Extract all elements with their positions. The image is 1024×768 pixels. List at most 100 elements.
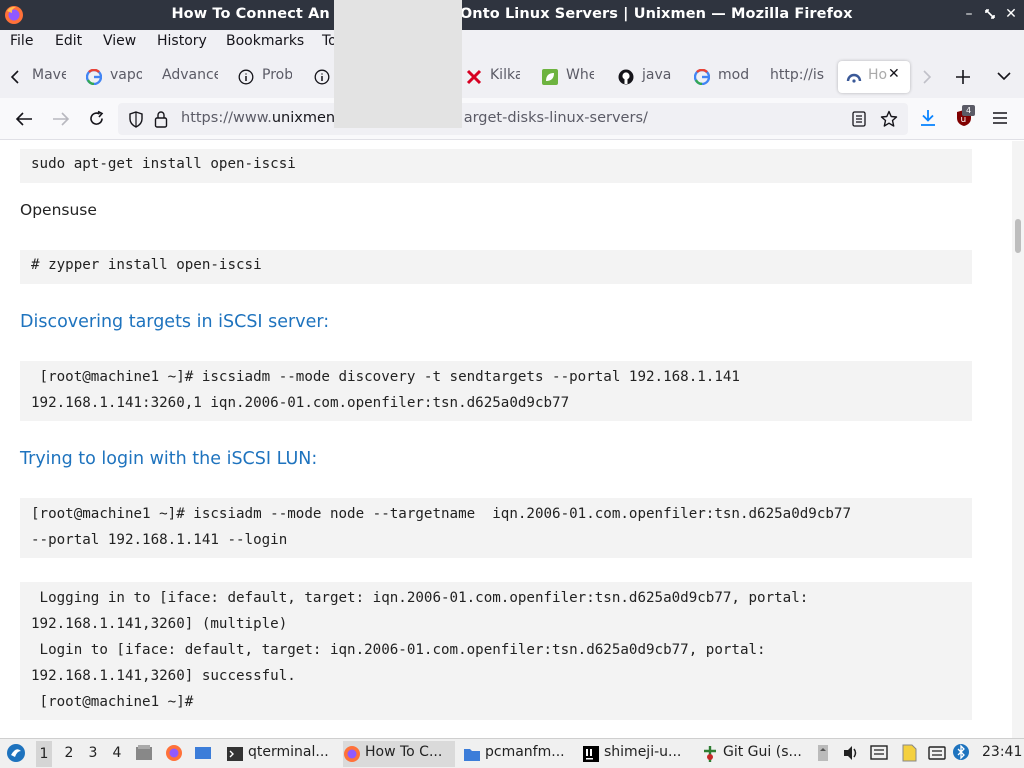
bluetooth-icon[interactable]: [952, 743, 970, 761]
tab-label: http://is: [770, 67, 825, 83]
code-line: Logging in to [iface: default, target: i…: [31, 590, 809, 606]
lock-icon[interactable]: [154, 110, 168, 128]
tab-whe[interactable]: Whe: [542, 61, 594, 93]
reload-icon[interactable]: [88, 110, 105, 127]
address-bar[interactable]: https://www.unixmen. arget-disks-linux-se…: [118, 103, 908, 135]
close-tab-icon[interactable]: ✕: [888, 66, 900, 82]
code-line: [root@machine1 ~]# iscsiadm --mode disco…: [31, 369, 740, 385]
tab-label: Mave: [32, 67, 66, 83]
code-line: Login to [iface: default, target: iqn.20…: [31, 642, 766, 658]
minimize-icon[interactable]: –: [960, 4, 978, 24]
workspace-3[interactable]: 3: [85, 745, 101, 761]
code-block-login: [root@machine1 ~]# iscsiadm --mode node …: [20, 498, 972, 558]
scrollbar-thumb[interactable]: [1015, 219, 1021, 253]
code-line: 192.168.1.141,3260] successful.: [31, 668, 296, 684]
url-domain: unixmen.: [271, 110, 340, 126]
notes-icon[interactable]: [900, 744, 918, 762]
bookmark-star-icon[interactable]: [880, 110, 898, 128]
occluding-overlay: [334, 0, 462, 128]
back-icon[interactable]: [15, 111, 33, 127]
tab-mod[interactable]: mod: [694, 61, 750, 93]
info-icon: [238, 69, 254, 85]
tab-info[interactable]: [314, 61, 334, 93]
tab-label: mod: [718, 67, 750, 83]
page-scrollbar[interactable]: [1012, 141, 1024, 738]
code-line: [root@machine1 ~]#: [31, 694, 194, 710]
task-label: How To C...: [365, 744, 443, 760]
clipboard-icon[interactable]: [870, 745, 888, 761]
reader-view-icon[interactable]: [852, 111, 866, 127]
volume-icon[interactable]: [842, 744, 860, 762]
tab-maven[interactable]: Mave: [32, 61, 66, 93]
code-block-discovery: [root@machine1 ~]# iscsiadm --mode disco…: [20, 361, 972, 421]
scroll-tabs-left-icon[interactable]: [10, 70, 22, 84]
menu-history[interactable]: History: [157, 33, 207, 49]
task-qterminal[interactable]: qterminal...: [226, 741, 336, 767]
close-window-icon[interactable]: ✕: [1002, 4, 1020, 24]
leaf-icon: [542, 69, 558, 85]
tab-vapo[interactable]: vapo: [86, 61, 142, 93]
tab-label: Advance: [162, 67, 218, 83]
system-taskbar: 1 2 3 4 qterminal... How To C... pcmanfm…: [0, 738, 1024, 768]
google-icon: [86, 69, 102, 85]
menu-bookmarks[interactable]: Bookmarks: [226, 33, 304, 49]
opensuse-label: Opensuse: [20, 201, 97, 219]
code-line: 192.168.1.141:3260,1 iqn.2006-01.com.ope…: [31, 395, 570, 411]
workspace-1[interactable]: 1: [36, 741, 52, 767]
heading-login-lun: Trying to login with the iSCSI LUN:: [20, 449, 318, 469]
code-block-login-output: Logging in to [iface: default, target: i…: [20, 582, 972, 720]
workspace-2[interactable]: 2: [61, 745, 77, 761]
file-manager-launcher-icon[interactable]: [135, 744, 153, 762]
menu-view[interactable]: View: [103, 33, 136, 49]
new-tab-icon[interactable]: [955, 69, 971, 85]
tab-active-howto[interactable]: Ho ✕: [838, 61, 910, 93]
tab-label: Probl: [262, 67, 292, 83]
task-firefox[interactable]: How To C...: [343, 741, 455, 767]
tab-java[interactable]: java: [618, 61, 674, 93]
tracking-shield-icon[interactable]: [128, 111, 144, 128]
scroll-tabs-right-icon[interactable]: [922, 70, 932, 84]
intellij-icon: [583, 746, 599, 762]
heading-discovering-targets: Discovering targets in iSCSI server:: [20, 312, 330, 332]
keyboard-icon[interactable]: [928, 745, 946, 761]
task-git-gui[interactable]: Git Gui (s...: [701, 741, 805, 767]
menu-bar: File Edit View History Bookmarks To: [0, 30, 1024, 56]
tab-problem[interactable]: Probl: [238, 61, 292, 93]
code-line: [root@machine1 ~]# iscsiadm --mode node …: [31, 506, 851, 522]
firefox-launcher-icon[interactable]: [165, 744, 183, 762]
info-icon: [314, 69, 330, 85]
folder-icon: [464, 749, 480, 761]
navigation-toolbar: https://www.unixmen. arget-disks-linux-se…: [0, 98, 1024, 140]
workspace-4[interactable]: 4: [109, 745, 125, 761]
google-icon: [694, 69, 710, 85]
app-menu-icon[interactable]: [992, 111, 1008, 125]
task-label: shimeji-u...: [604, 744, 682, 760]
svg-text:u: u: [961, 115, 967, 125]
tab-kilka[interactable]: Kilka: [466, 61, 520, 93]
desktop-launcher-icon[interactable]: [194, 745, 212, 761]
menu-file[interactable]: File: [10, 33, 33, 49]
menu-edit[interactable]: Edit: [55, 33, 82, 49]
task-shimeji[interactable]: shimeji-u...: [582, 741, 694, 767]
code-block-apt: sudo apt-get install open-iscsi: [20, 149, 972, 183]
removable-media-icon[interactable]: [816, 744, 830, 762]
forward-icon[interactable]: [52, 111, 70, 127]
list-all-tabs-icon[interactable]: [996, 71, 1012, 81]
ublock-badge: 4: [962, 105, 975, 116]
task-label: pcmanfm...: [485, 744, 565, 760]
downloads-icon[interactable]: [920, 109, 936, 127]
window-title: How To Connect An Onto Linux Servers | Un…: [0, 6, 1024, 22]
tab-http[interactable]: http://is: [770, 61, 830, 93]
firefox-icon: [344, 746, 360, 762]
window-titlebar: How To Connect An Onto Linux Servers | Un…: [0, 0, 1024, 30]
taskbar-clock[interactable]: 23:41: [982, 744, 1022, 760]
tab-label: Kilka: [490, 67, 520, 83]
code-line: # zypper install open-iscsi: [31, 257, 262, 273]
task-pcmanfm[interactable]: pcmanfm...: [463, 741, 575, 767]
red-x-icon: [466, 69, 482, 85]
tab-advance[interactable]: Advance: [162, 61, 218, 93]
window-title-left: How To Connect An: [171, 6, 330, 22]
maximize-icon[interactable]: [981, 4, 999, 24]
tab-strip: Mave vapo Advance Probl Kilka Whe java m…: [0, 56, 1024, 98]
start-menu-icon[interactable]: [6, 743, 26, 763]
